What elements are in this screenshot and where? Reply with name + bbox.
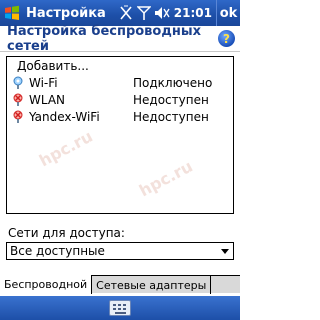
title-bar: Настройка 21:01 ok (0, 0, 240, 26)
list-item[interactable]: Yandex-WiFi Недоступен (7, 109, 233, 125)
keyboard-icon[interactable] (109, 300, 131, 316)
volume-icon[interactable] (154, 3, 170, 23)
system-tray: 21:01 (116, 0, 216, 26)
wifi-connected-icon (11, 76, 25, 90)
clock[interactable]: 21:01 (174, 6, 212, 20)
access-networks-select[interactable]: Все доступные (6, 242, 234, 260)
add-network-item[interactable]: Добавить... (17, 59, 89, 73)
list-item[interactable]: Wi-Fi Подключено (7, 75, 233, 91)
chevron-down-icon[interactable] (221, 249, 229, 254)
wifi-unavailable-icon (11, 110, 25, 124)
help-icon[interactable]: ? (218, 30, 235, 47)
watermark: hpc.ru (135, 156, 196, 201)
network-status: Подключено (133, 76, 213, 90)
tab-network-adapters[interactable]: Сетевые адаптеры (92, 276, 212, 294)
app-title: Настройка (26, 5, 106, 21)
access-networks-value: Все доступные (10, 244, 105, 258)
network-status: Недоступен (133, 110, 209, 124)
network-name: Yandex-WiFi (29, 110, 100, 124)
connectivity-icon[interactable] (118, 3, 134, 23)
watermark: hpc.ru (35, 126, 96, 171)
network-list[interactable]: Добавить... Wi-Fi Подключено WLAN Недост… (6, 56, 234, 214)
tab-wireless[interactable]: Беспроводной (0, 275, 93, 294)
access-networks-label: Сети для доступа: (8, 226, 125, 240)
network-status: Недоступен (133, 93, 209, 107)
menu-bar (0, 296, 240, 320)
network-name: WLAN (29, 93, 66, 107)
signal-icon[interactable] (136, 3, 152, 23)
windows-start-icon[interactable] (0, 0, 24, 26)
ok-button[interactable]: ok (216, 0, 240, 26)
wifi-unavailable-icon (11, 93, 25, 107)
page-header: Настройка беспроводных сетей ? (0, 23, 240, 54)
tab-bar: Беспроводной Сетевые адаптеры (0, 275, 240, 294)
list-item[interactable]: WLAN Недоступен (7, 92, 233, 108)
page-title: Настройка беспроводных сетей (7, 23, 201, 54)
network-name: Wi-Fi (29, 76, 58, 90)
